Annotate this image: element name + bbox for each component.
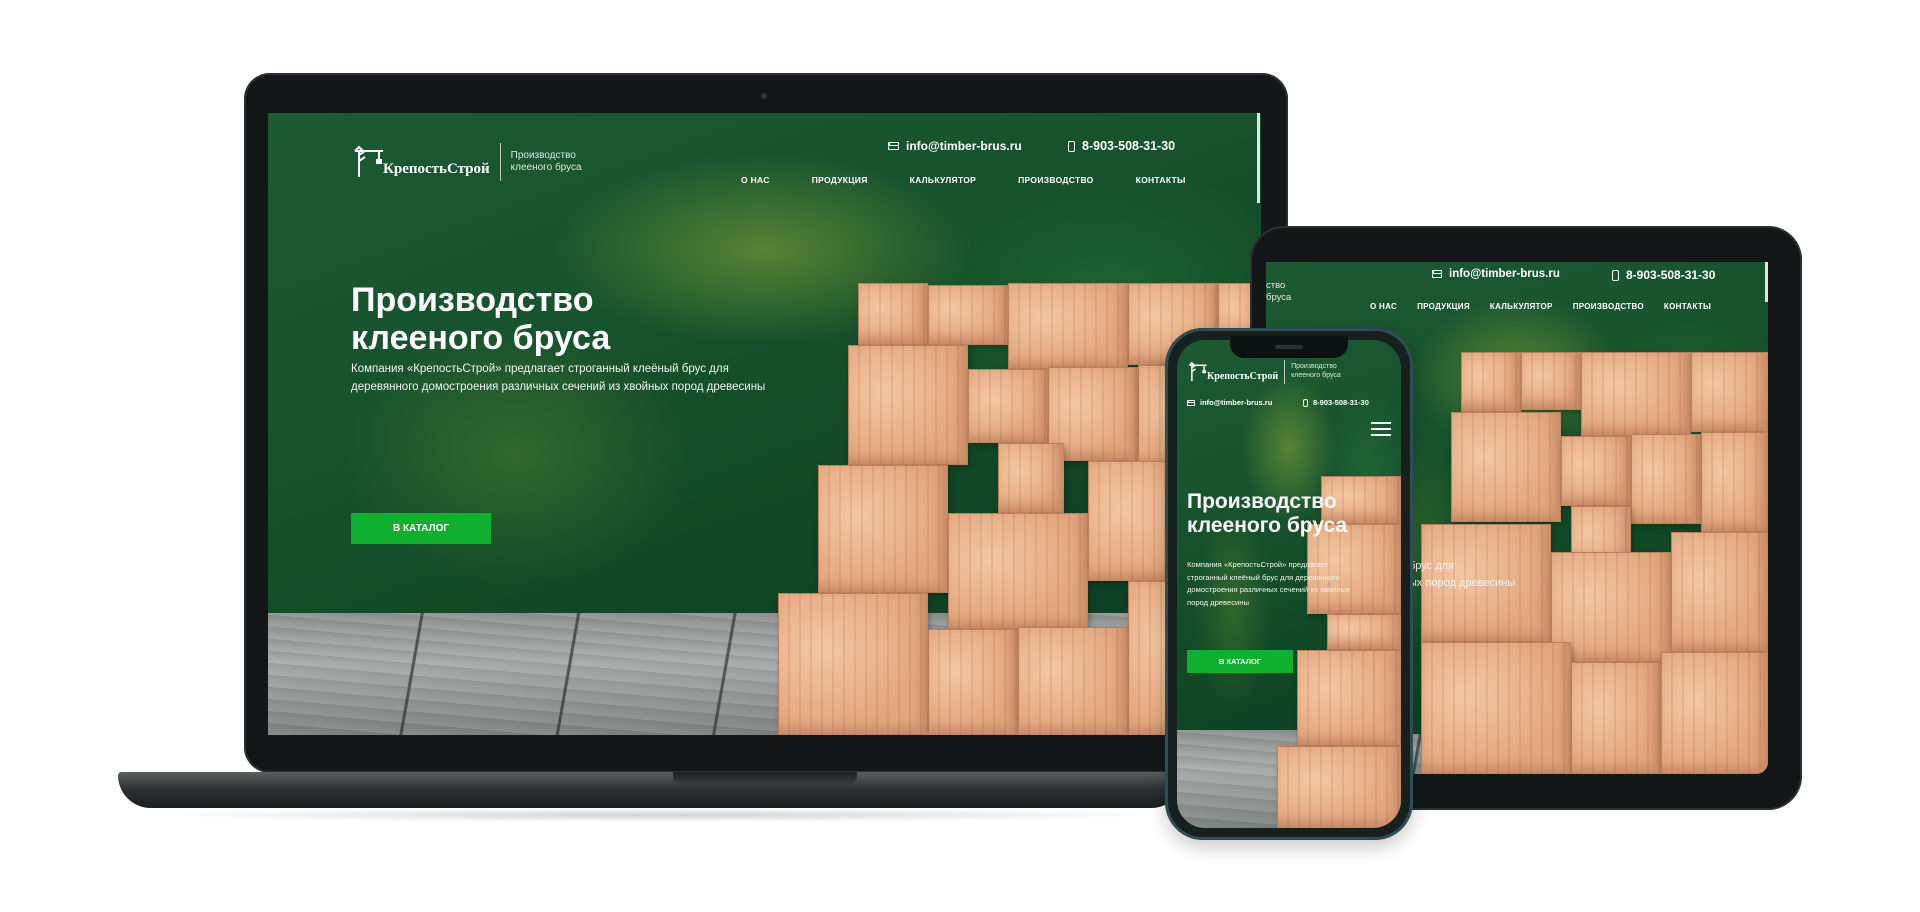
tablet-hero-text-fragment: брус для ых пород древесины xyxy=(1409,560,1516,590)
phone-catalog-button[interactable]: В КАТАЛОГ xyxy=(1187,650,1293,673)
logo-divider xyxy=(499,143,501,181)
laptop-trackpad-notch xyxy=(673,772,857,786)
laptop-camera xyxy=(761,93,767,99)
site-logo[interactable]: КрепостьСтрой Производство клееного брус… xyxy=(351,143,589,181)
mail-icon xyxy=(1432,270,1442,278)
phone-text: 8-903-508-31-30 xyxy=(1626,268,1716,282)
catalog-button[interactable]: В КАТАЛОГ xyxy=(351,513,491,544)
scrollbar[interactable] xyxy=(1257,113,1260,203)
hamburger-icon[interactable] xyxy=(1371,422,1391,436)
tablet-header-email[interactable]: info@timber-brus.ru xyxy=(1432,268,1560,280)
phone-hero-title: Производство клееного бруса xyxy=(1187,490,1348,537)
logo-tagline: Производство клееного бруса xyxy=(1291,363,1341,379)
nav-item-about[interactable]: О НАС xyxy=(1370,302,1397,311)
hero-title: Производство клееного бруса xyxy=(351,281,611,358)
email-text: info@timber-brus.ru xyxy=(1449,268,1560,280)
phone-icon xyxy=(1612,269,1619,281)
email-text: info@timber-brus.ru xyxy=(1200,398,1273,407)
tablet-scrollbar[interactable] xyxy=(1765,262,1768,302)
nav-item-products[interactable]: ПРОДУКЦИЯ xyxy=(1417,302,1470,311)
laptop-screen: КрепостьСтрой Производство клееного брус… xyxy=(268,113,1261,735)
logo-tagline: Производство клееного бруса xyxy=(510,149,582,174)
phone-hero-description: Компания «КрепостьСтрой» предлагает стро… xyxy=(1187,560,1350,607)
phone-icon xyxy=(1303,398,1308,407)
phone-icon xyxy=(1068,140,1075,152)
phone-header-phone[interactable]: 8-903-508-31-30 xyxy=(1303,398,1369,407)
laptop-base xyxy=(118,772,1184,808)
phone-speaker xyxy=(1275,345,1303,349)
mail-icon xyxy=(888,142,899,150)
phone-screen: КрепостьСтрой Производство клееного брус… xyxy=(1177,340,1401,828)
tablet-header-phone[interactable]: 8-903-508-31-30 xyxy=(1612,268,1715,282)
crane-logo-icon xyxy=(1187,361,1209,383)
nav-item-contacts[interactable]: КОНТАКТЫ xyxy=(1136,175,1186,185)
nav-item-production[interactable]: ПРОИЗВОДСТВО xyxy=(1018,175,1093,185)
tablet-logo-tagline-fragment: ство бруса xyxy=(1266,280,1292,303)
logo-name: КрепостьСтрой xyxy=(1207,370,1279,382)
nav-item-calculator[interactable]: КАЛЬКУЛЯТОР xyxy=(910,175,977,185)
nav-item-contacts[interactable]: КОНТАКТЫ xyxy=(1664,302,1711,311)
laptop-shadow xyxy=(140,808,1180,822)
nav-item-about[interactable]: О НАС xyxy=(741,175,770,185)
tablet-main-nav: О НАС ПРОДУКЦИЯ КАЛЬКУЛЯТОР ПРОИЗВОДСТВО… xyxy=(1370,302,1711,311)
header-email[interactable]: info@timber-brus.ru xyxy=(888,139,1022,153)
email-text: info@timber-brus.ru xyxy=(906,139,1022,153)
nav-item-calculator[interactable]: КАЛЬКУЛЯТОР xyxy=(1490,302,1553,311)
nav-item-products[interactable]: ПРОДУКЦИЯ xyxy=(812,175,868,185)
phone-header-email[interactable]: info@timber-brus.ru xyxy=(1187,398,1272,407)
main-nav: О НАС ПРОДУКЦИЯ КАЛЬКУЛЯТОР ПРОИЗВОДСТВО… xyxy=(741,175,1186,185)
hero-description: Компания «КрепостьСтрой» предлагает стро… xyxy=(351,363,766,393)
phone-text: 8-903-508-31-30 xyxy=(1082,139,1176,153)
crane-logo-icon xyxy=(351,145,387,179)
logo-divider xyxy=(1284,360,1286,384)
phone-text: 8-903-508-31-30 xyxy=(1313,398,1369,407)
logo-name: КрепостьСтрой xyxy=(383,160,490,177)
phone-site-logo[interactable]: КрепостьСтрой Производство клееного брус… xyxy=(1187,360,1347,384)
mail-icon xyxy=(1187,399,1195,406)
header-phone[interactable]: 8-903-508-31-30 xyxy=(1068,139,1175,153)
nav-item-production[interactable]: ПРОИЗВОДСТВО xyxy=(1573,302,1644,311)
